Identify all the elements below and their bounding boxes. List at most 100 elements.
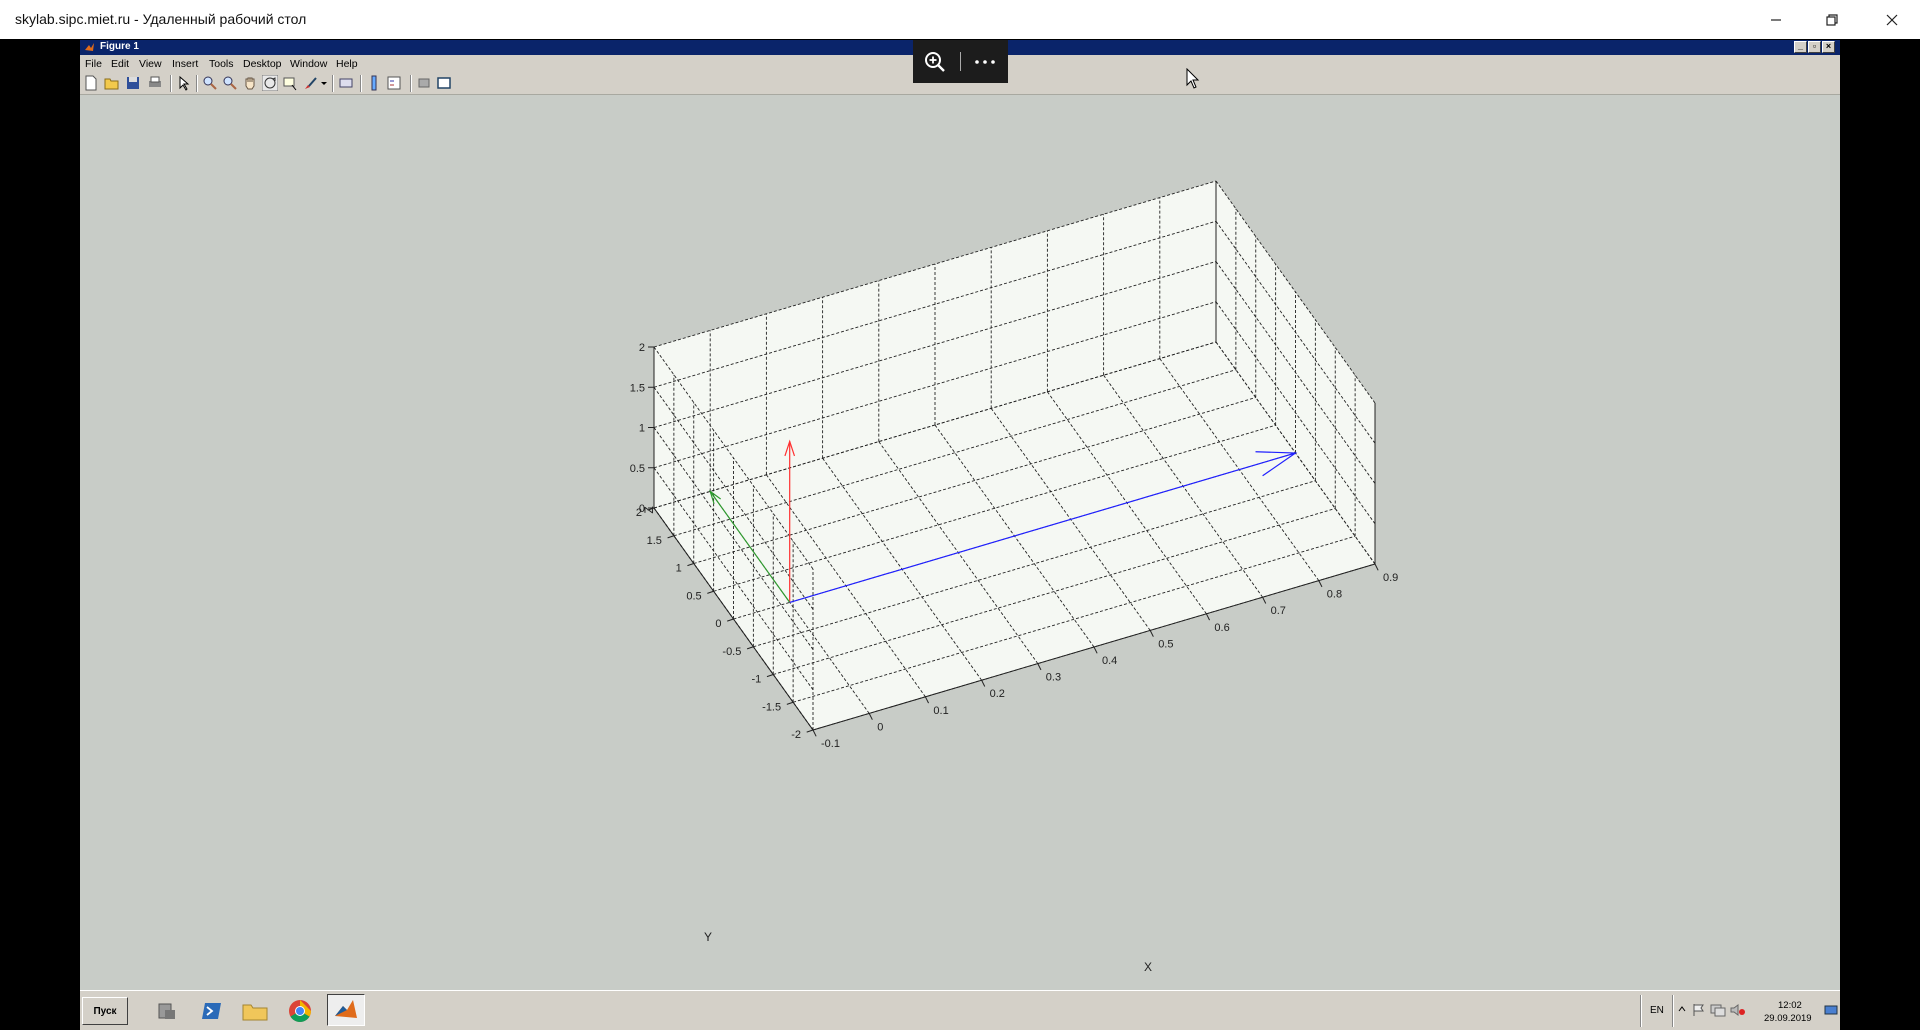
clock-time[interactable]: 12:02	[1778, 1000, 1802, 1011]
show-desktop-icon[interactable]	[1824, 1003, 1838, 1017]
rdp-window-title: skylab.sipc.miet.ru - Удаленный рабочий …	[15, 11, 307, 27]
tray-separator	[1672, 995, 1674, 1027]
z-tick-label: 1	[639, 423, 645, 435]
menu-view[interactable]: View	[139, 58, 162, 70]
more-icon[interactable]	[974, 59, 996, 65]
pointer-icon[interactable]	[176, 75, 192, 91]
rdp-title-bar: skylab.sipc.miet.ru - Удаленный рабочий …	[0, 0, 1920, 39]
tick-mark	[687, 563, 694, 567]
tick-mark	[868, 713, 873, 720]
menu-file[interactable]: File	[85, 58, 102, 70]
open-folder-icon[interactable]	[104, 75, 120, 91]
x-tick-label: 0.9	[1383, 572, 1398, 584]
figure-restore-button[interactable]: ▫	[1808, 41, 1821, 53]
tick-mark	[766, 674, 774, 678]
mouse-cursor-icon	[1186, 68, 1200, 89]
clock-date[interactable]: 29.09.2019	[1764, 1013, 1812, 1024]
tick-mark	[1262, 596, 1267, 604]
figure-minimize-button[interactable]: _	[1794, 41, 1807, 53]
start-button[interactable]: Пуск	[82, 997, 128, 1025]
axes-grid	[647, 180, 1379, 737]
x-tick-label: 0.4	[1102, 655, 1117, 667]
tray-expand-icon[interactable]	[1678, 1005, 1686, 1015]
zoom-icon[interactable]	[924, 51, 946, 73]
restore-button[interactable]	[1804, 0, 1860, 39]
volume-muted-icon[interactable]	[1730, 1003, 1746, 1017]
y-tick-label: 0.5	[686, 590, 701, 602]
windows-taskbar: Пуск EN 12:02 29.09.2019	[80, 990, 1840, 1030]
close-button[interactable]	[1864, 0, 1920, 39]
x-tick-label: 0.5	[1158, 638, 1173, 650]
figure-title: Figure 1	[100, 41, 139, 52]
y-axis-label: Y	[704, 930, 712, 944]
y-tick-label: -1.5	[762, 701, 781, 713]
server-manager-icon[interactable]	[152, 997, 182, 1025]
pan-hand-icon[interactable]	[242, 75, 258, 91]
brush-dropdown-icon[interactable]	[320, 75, 328, 91]
x-tick-label: 0.3	[1046, 672, 1061, 684]
tick-mark	[806, 729, 814, 733]
data-cursor-icon[interactable]	[282, 75, 298, 91]
rdp-zoom-overlay	[913, 40, 1008, 83]
minimize-button[interactable]	[1748, 0, 1804, 39]
save-icon[interactable]	[125, 75, 141, 91]
colorbar-icon[interactable]	[366, 75, 382, 91]
minimize-icon	[1771, 18, 1781, 21]
y-tick-label: -0.5	[722, 646, 741, 658]
figure-close-button[interactable]: ×	[1822, 41, 1835, 53]
tick-mark	[746, 646, 754, 650]
remote-desktop: Figure 1 _ ▫ × File Edit View Insert Too…	[80, 40, 1840, 1030]
menu-help[interactable]: Help	[336, 58, 358, 70]
toolbar-separator	[196, 75, 198, 92]
zoom-in-icon[interactable]	[202, 75, 218, 91]
close-icon	[1886, 14, 1898, 25]
figure-axes[interactable]: -0.1 0 0.1 0.2 0.3 0.4 0.5 0.6 0.7 0.8 0.9 -2 -1.5 -1…	[80, 95, 1840, 990]
chrome-icon[interactable]	[285, 997, 315, 1025]
z-tick-label: 2	[639, 342, 645, 354]
rotate-3d-icon[interactable]	[262, 75, 278, 91]
menu-window[interactable]: Window	[290, 58, 327, 70]
y-tick-label: -2	[791, 729, 801, 741]
y-tick-label: 1	[676, 563, 682, 575]
show-plot-tools-icon[interactable]	[436, 75, 452, 91]
matlab-icon[interactable]	[327, 994, 365, 1026]
network-icon[interactable]	[1710, 1003, 1726, 1017]
x-tick-label: 0	[877, 721, 883, 733]
language-indicator[interactable]: EN	[1650, 1005, 1664, 1016]
menu-edit[interactable]: Edit	[111, 58, 129, 70]
x-tick-label: 0.2	[990, 688, 1005, 700]
x-tick-label: -0.1	[821, 738, 840, 750]
x-axis-label: X	[1144, 960, 1152, 974]
z-axis-label: Z	[642, 506, 656, 513]
menu-insert[interactable]: Insert	[172, 58, 198, 70]
legend-icon[interactable]	[386, 75, 402, 91]
print-icon[interactable]	[147, 75, 163, 91]
x-tick-label: 0.6	[1214, 622, 1229, 634]
x-tick-label: 0.1	[933, 705, 948, 717]
y-tick-label: 0	[715, 618, 721, 630]
menu-desktop[interactable]: Desktop	[243, 58, 282, 70]
tick-mark	[727, 618, 734, 622]
start-button-label: Пуск	[93, 1005, 117, 1017]
new-file-icon[interactable]	[83, 75, 99, 91]
overlay-divider	[960, 52, 961, 71]
y-tick-label: 1.5	[647, 535, 662, 547]
hide-plot-tools-icon[interactable]	[416, 75, 432, 91]
tick-mark	[707, 590, 714, 594]
z-tick-label: 1.5	[630, 382, 645, 394]
action-center-flag-icon[interactable]	[1692, 1003, 1706, 1017]
tick-mark	[1318, 580, 1323, 588]
z-tick-label: 0.5	[630, 463, 645, 475]
tick-mark	[1093, 646, 1098, 654]
link-icon[interactable]	[338, 75, 354, 91]
brush-icon[interactable]	[302, 75, 318, 91]
tick-mark	[981, 679, 986, 687]
menu-tools[interactable]: Tools	[209, 58, 234, 70]
zoom-out-icon[interactable]	[222, 75, 238, 91]
explorer-icon[interactable]	[240, 997, 270, 1025]
toolbar-separator	[360, 75, 362, 92]
tick-mark	[667, 535, 675, 539]
powershell-icon[interactable]	[197, 997, 227, 1025]
toolbar-separator	[332, 75, 334, 92]
toolbar-separator	[170, 75, 172, 92]
